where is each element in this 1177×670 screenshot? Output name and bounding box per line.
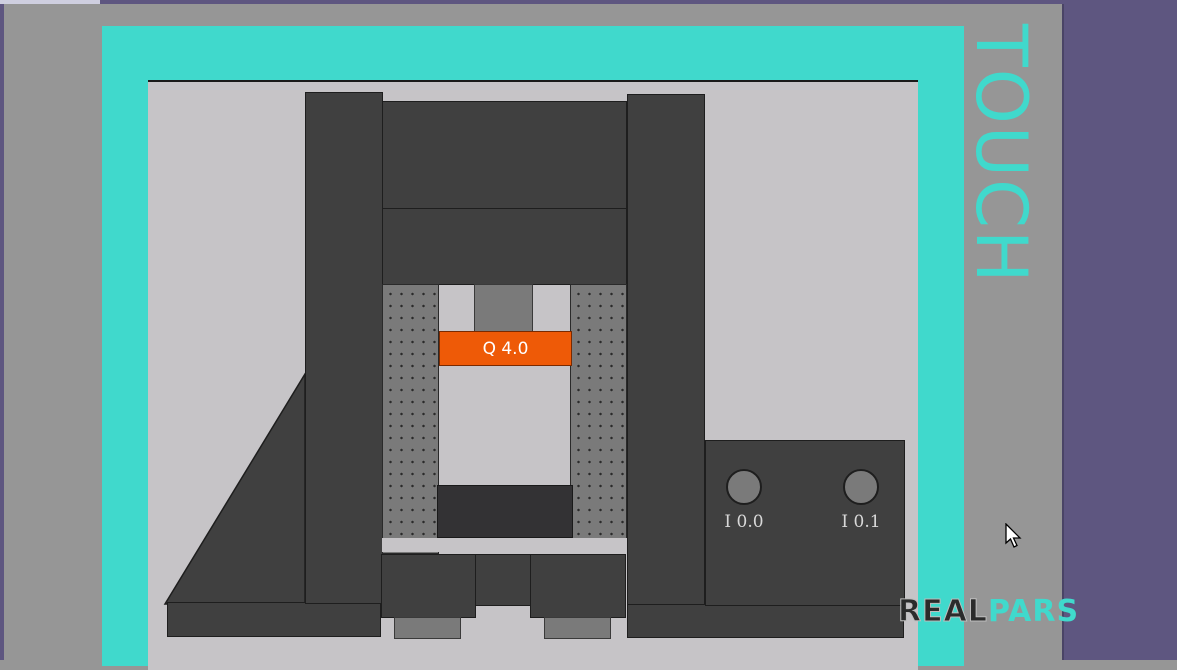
- bottom-center-connector: [475, 554, 531, 606]
- bottom-bed: [382, 538, 627, 552]
- left-edge: [0, 4, 4, 660]
- right-column: [627, 94, 705, 606]
- top-bar-highlight: [0, 0, 100, 4]
- mouse-pointer-icon: [1005, 523, 1022, 548]
- bottom-right-block: [530, 554, 626, 618]
- top-crossbeam: [382, 101, 627, 209]
- press-die: [437, 485, 573, 538]
- touch-label: TOUCH: [960, 24, 1042, 285]
- indicator-lamp-icon[interactable]: [726, 469, 762, 505]
- right-guide-rail: [570, 284, 627, 552]
- input-panel: I 0.0 I 0.1: [705, 440, 905, 606]
- indicator-lamp-icon[interactable]: [843, 469, 879, 505]
- top-bar: [0, 0, 1177, 4]
- piston-rod: [474, 284, 533, 332]
- input-i00-label: I 0.0: [724, 512, 764, 532]
- left-base: [167, 602, 381, 637]
- output-q40-indicator: Q 4.0: [439, 331, 572, 366]
- realpars-watermark: REALPARS: [898, 594, 1080, 630]
- left-column: [305, 92, 383, 604]
- input-i01-label: I 0.1: [841, 512, 881, 532]
- side-panel: [1062, 4, 1177, 660]
- diagonal-support: [163, 372, 306, 605]
- right-foot-pad: [544, 617, 611, 639]
- press-head: [382, 208, 627, 285]
- right-base: [627, 604, 904, 638]
- bottom-left-block: [381, 554, 476, 618]
- left-guide-rail: [382, 284, 439, 554]
- left-foot-pad: [394, 617, 461, 639]
- hmi-screen[interactable]: Q 4.0 I 0.0 I 0.1: [148, 80, 918, 670]
